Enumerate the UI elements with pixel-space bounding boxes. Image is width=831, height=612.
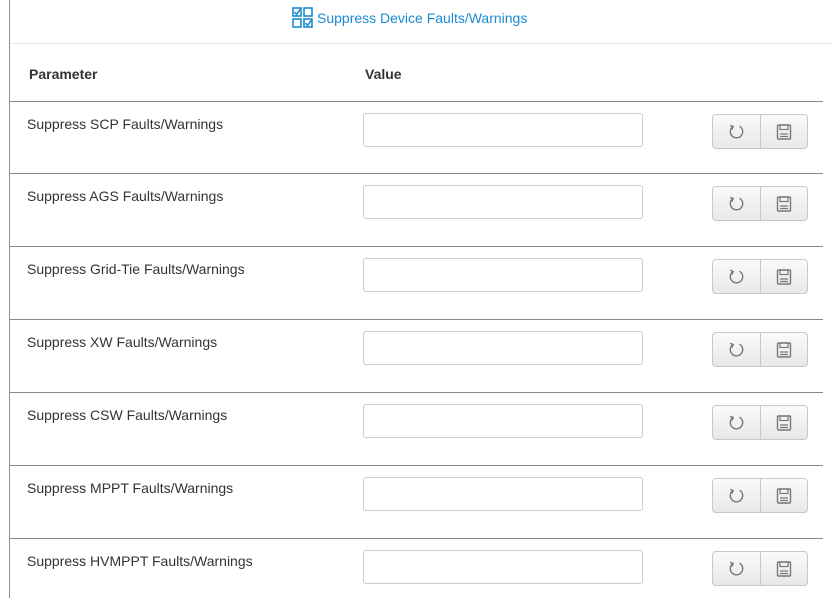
column-header-value: Value	[365, 66, 402, 82]
refresh-icon	[727, 341, 745, 359]
row-action-buttons	[712, 259, 808, 294]
parameter-label: Suppress HVMPPT Faults/Warnings	[27, 553, 253, 569]
save-icon	[775, 341, 793, 359]
row-action-buttons	[712, 478, 808, 513]
settings-panel: Suppress Device Faults/Warnings Paramete…	[9, 0, 831, 598]
refresh-icon	[727, 268, 745, 286]
panel-title: Suppress Device Faults/Warnings	[317, 10, 528, 26]
parameter-label: Suppress AGS Faults/Warnings	[27, 188, 224, 204]
parameter-label: Suppress Grid-Tie Faults/Warnings	[27, 261, 245, 277]
refresh-button[interactable]	[713, 260, 760, 293]
refresh-icon	[727, 560, 745, 578]
save-button[interactable]	[759, 552, 808, 585]
panel-title-link[interactable]: Suppress Device Faults/Warnings	[292, 5, 527, 31]
save-button[interactable]	[759, 187, 808, 220]
refresh-button[interactable]	[713, 552, 760, 585]
save-button[interactable]	[759, 333, 808, 366]
table-row: Suppress XW Faults/Warnings	[10, 320, 823, 393]
column-header-parameter: Parameter	[29, 66, 98, 82]
value-input[interactable]	[363, 331, 643, 365]
row-action-buttons	[712, 405, 808, 440]
table-row: Suppress Grid-Tie Faults/Warnings	[10, 247, 823, 320]
value-input[interactable]	[363, 258, 643, 292]
save-button[interactable]	[759, 406, 808, 439]
value-input[interactable]	[363, 185, 643, 219]
value-input[interactable]	[363, 404, 643, 438]
table-row: Suppress MPPT Faults/Warnings	[10, 466, 823, 539]
save-icon	[775, 195, 793, 213]
value-input[interactable]	[363, 550, 643, 584]
save-button[interactable]	[759, 479, 808, 512]
save-icon	[775, 414, 793, 432]
table-row: Suppress HVMPPT Faults/Warnings	[10, 539, 823, 612]
refresh-button[interactable]	[713, 187, 760, 220]
panel-header: Suppress Device Faults/Warnings	[10, 0, 831, 44]
row-action-buttons	[712, 332, 808, 367]
value-input[interactable]	[363, 113, 643, 147]
refresh-button[interactable]	[713, 333, 760, 366]
row-action-buttons	[712, 114, 808, 149]
save-icon	[775, 487, 793, 505]
table-row: Suppress SCP Faults/Warnings	[10, 101, 823, 174]
save-button[interactable]	[759, 115, 808, 148]
save-icon	[775, 268, 793, 286]
refresh-icon	[727, 487, 745, 505]
refresh-icon	[727, 195, 745, 213]
refresh-icon	[727, 414, 745, 432]
parameter-label: Suppress CSW Faults/Warnings	[27, 407, 228, 423]
parameter-label: Suppress SCP Faults/Warnings	[27, 116, 224, 132]
table-row: Suppress AGS Faults/Warnings	[10, 174, 823, 247]
refresh-icon	[727, 123, 745, 141]
parameter-label: Suppress XW Faults/Warnings	[27, 334, 218, 350]
value-input[interactable]	[363, 477, 643, 511]
save-icon	[775, 560, 793, 578]
row-action-buttons	[712, 551, 808, 586]
save-icon	[775, 123, 793, 141]
row-action-buttons	[712, 186, 808, 221]
checklist-icon	[292, 7, 313, 28]
refresh-button[interactable]	[713, 479, 760, 512]
refresh-button[interactable]	[713, 406, 760, 439]
parameter-label: Suppress MPPT Faults/Warnings	[27, 480, 234, 496]
save-button[interactable]	[759, 260, 808, 293]
table-row: Suppress CSW Faults/Warnings	[10, 393, 823, 466]
refresh-button[interactable]	[713, 115, 760, 148]
